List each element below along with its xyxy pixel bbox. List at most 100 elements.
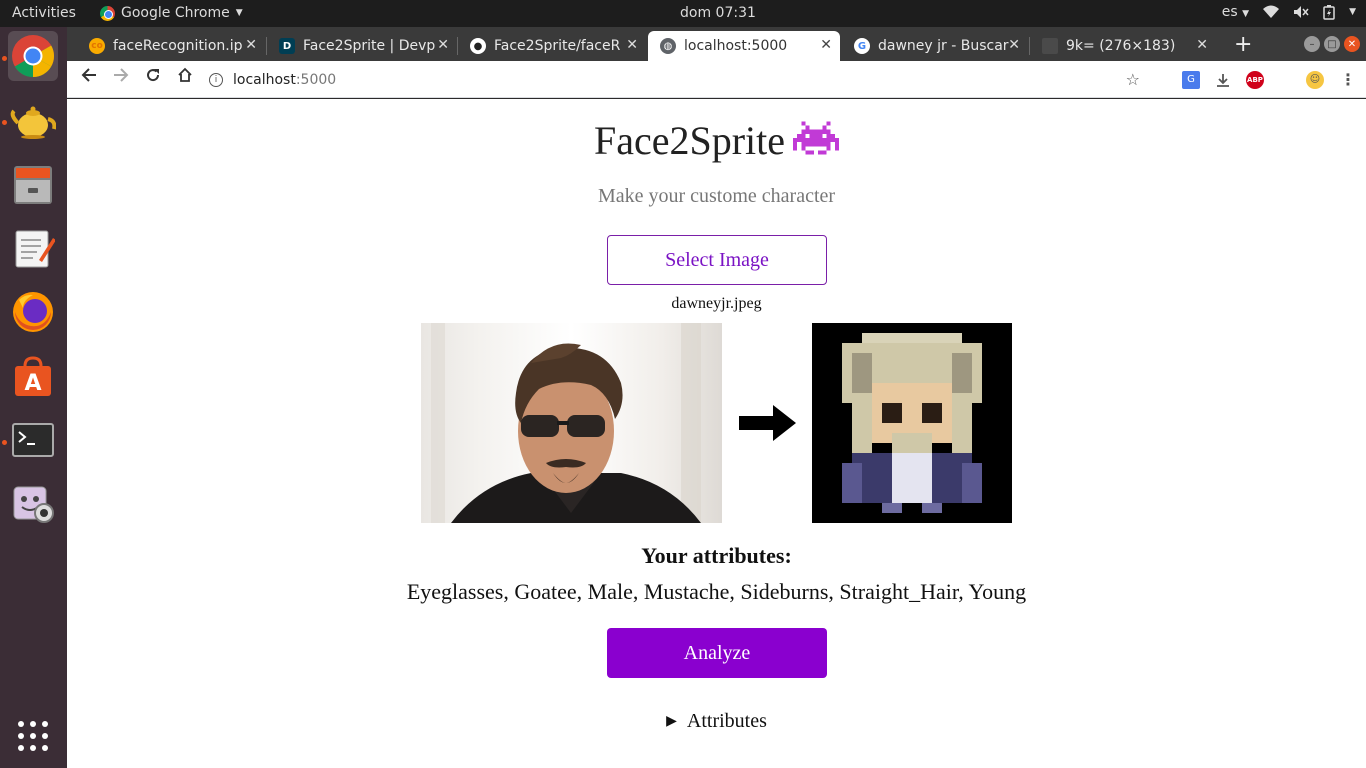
input-face-photo [421, 323, 722, 523]
adblock-icon[interactable]: ABP [1246, 70, 1264, 89]
arrow-right-icon [739, 405, 796, 441]
generated-sprite [812, 323, 1012, 523]
new-tab-button[interactable]: + [1234, 32, 1252, 57]
close-icon[interactable]: ✕ [1008, 37, 1020, 53]
info-icon[interactable]: i [209, 73, 223, 87]
page-title-text: Face2Sprite [593, 118, 786, 163]
dock-show-apps[interactable] [8, 711, 58, 761]
disclosure-triangle-icon: ▶ [666, 714, 677, 729]
back-arrow-icon [81, 68, 96, 82]
devpost-icon: D [279, 38, 295, 54]
tab-title: 9k= (276×183) [1066, 38, 1176, 54]
tab-image[interactable]: 9k= (276×183) ✕ [1030, 31, 1216, 61]
system-top-bar: Activities Google Chrome ▼ dom 07:31 es … [0, 0, 1366, 27]
volume-muted-icon [1294, 6, 1309, 18]
close-icon[interactable]: ✕ [437, 37, 449, 53]
bookmark-star-icon[interactable]: ☆ [1126, 70, 1140, 89]
wifi-icon [1263, 5, 1280, 18]
software-center-icon: A [15, 356, 51, 396]
tab-github[interactable]: ● Face2Sprite/faceR ✕ [458, 31, 646, 61]
running-indicator [2, 440, 7, 445]
forward-arrow-icon [114, 68, 129, 82]
app-menu[interactable]: Google Chrome ▼ [100, 5, 243, 21]
firefox-icon [13, 292, 53, 332]
dock-files[interactable] [8, 159, 58, 209]
url-port: :5000 [295, 72, 337, 88]
dock: A [0, 27, 67, 768]
tab-title: Face2Sprite/faceR [494, 38, 621, 54]
page-title: Face2Sprite [67, 117, 1366, 164]
text-editor-icon [15, 230, 55, 268]
tab-title: dawney jr - Buscar [878, 38, 1009, 54]
dock-software[interactable]: A [8, 351, 58, 401]
dock-firefox[interactable] [8, 287, 58, 337]
attributes-disclosure-label: Attributes [686, 710, 767, 732]
chrome-icon [100, 5, 115, 21]
tab-localhost[interactable]: ◍ localhost:5000 ✕ [648, 31, 840, 61]
activities-button[interactable]: Activities [12, 5, 76, 21]
close-icon[interactable]: ✕ [626, 37, 638, 53]
google-translate-icon[interactable]: G [1182, 70, 1200, 89]
minimize-button[interactable]: – [1304, 36, 1320, 52]
file-cabinet-icon [14, 166, 52, 204]
browser-toolbar: i localhost:5000 ☆ G ABP ☺ ⋮ [67, 61, 1366, 98]
window-controls: – □ ✕ [1304, 36, 1360, 52]
download-icon[interactable] [1216, 73, 1230, 87]
tab-strip: co faceRecognition.ip ✕ D Face2Sprite | … [67, 27, 1366, 61]
dock-webcam[interactable] [8, 479, 58, 529]
page-subtitle: Make your custome character [597, 185, 836, 207]
close-icon[interactable]: ✕ [820, 37, 832, 53]
language-indicator[interactable]: es ▼ [1222, 4, 1249, 20]
space-invader-icon [793, 121, 840, 155]
close-icon[interactable]: ✕ [1196, 37, 1208, 53]
reload-icon [147, 69, 160, 82]
chevron-down-icon: ▼ [1349, 7, 1356, 17]
tab-facerecognition[interactable]: co faceRecognition.ip ✕ [77, 31, 265, 61]
attributes-heading: Your attributes: [641, 543, 792, 568]
tab-title: faceRecognition.ip [113, 38, 243, 54]
svg-text:A: A [24, 371, 41, 396]
teapot-icon [10, 106, 56, 139]
maximize-button[interactable]: □ [1324, 36, 1340, 52]
address-bar[interactable]: i localhost:5000 [209, 67, 1149, 93]
running-indicator [2, 56, 7, 61]
system-tray[interactable]: es ▼ ▼ [1222, 4, 1356, 20]
selected-filename: dawneyjr.jpeg [671, 295, 762, 312]
close-window-button[interactable]: ✕ [1344, 36, 1360, 52]
menu-kebab-icon[interactable]: ⋮ [1340, 70, 1356, 89]
chevron-down-icon: ▼ [235, 8, 243, 18]
attributes-list: Eyeglasses, Goatee, Male, Mustache, Side… [406, 579, 1027, 604]
tab-title: Face2Sprite | Devp [303, 38, 436, 54]
dock-text-editor[interactable] [8, 223, 58, 273]
attributes-disclosure[interactable]: ▶ Attributes [67, 710, 1366, 733]
clock[interactable]: dom 07:31 [680, 5, 756, 21]
github-icon: ● [470, 38, 486, 54]
chrome-icon [12, 35, 55, 78]
url-host: localhost [233, 72, 296, 88]
battery-icon [1323, 4, 1335, 20]
show-apps-icon [18, 721, 48, 751]
tab-title: localhost:5000 [684, 38, 788, 54]
dock-teapot[interactable] [8, 95, 58, 145]
terminal-icon [12, 423, 54, 457]
select-image-button[interactable]: Select Image [607, 235, 827, 285]
colab-icon: co [89, 38, 105, 54]
toolbar-actions: ☆ G ABP ☺ ⋮ [1126, 70, 1356, 89]
tab-devpost[interactable]: D Face2Sprite | Devp ✕ [267, 31, 457, 61]
language-label: es [1221, 4, 1238, 20]
emoji-extension-icon[interactable]: ☺ [1306, 70, 1324, 89]
forward-button[interactable] [109, 67, 133, 88]
image-icon [1042, 38, 1058, 54]
chevron-down-icon: ▼ [1242, 9, 1250, 19]
back-button[interactable] [77, 67, 101, 88]
globe-icon: ◍ [660, 38, 676, 54]
dock-chrome[interactable] [8, 31, 58, 81]
dock-terminal[interactable] [8, 415, 58, 465]
reload-button[interactable] [141, 67, 165, 88]
running-indicator [2, 120, 7, 125]
home-button[interactable] [173, 67, 197, 88]
analyze-button[interactable]: Analyze [607, 628, 827, 678]
tab-google-search[interactable]: G dawney jr - Buscar ✕ [842, 31, 1028, 61]
home-icon [178, 67, 192, 82]
close-icon[interactable]: ✕ [245, 37, 257, 53]
